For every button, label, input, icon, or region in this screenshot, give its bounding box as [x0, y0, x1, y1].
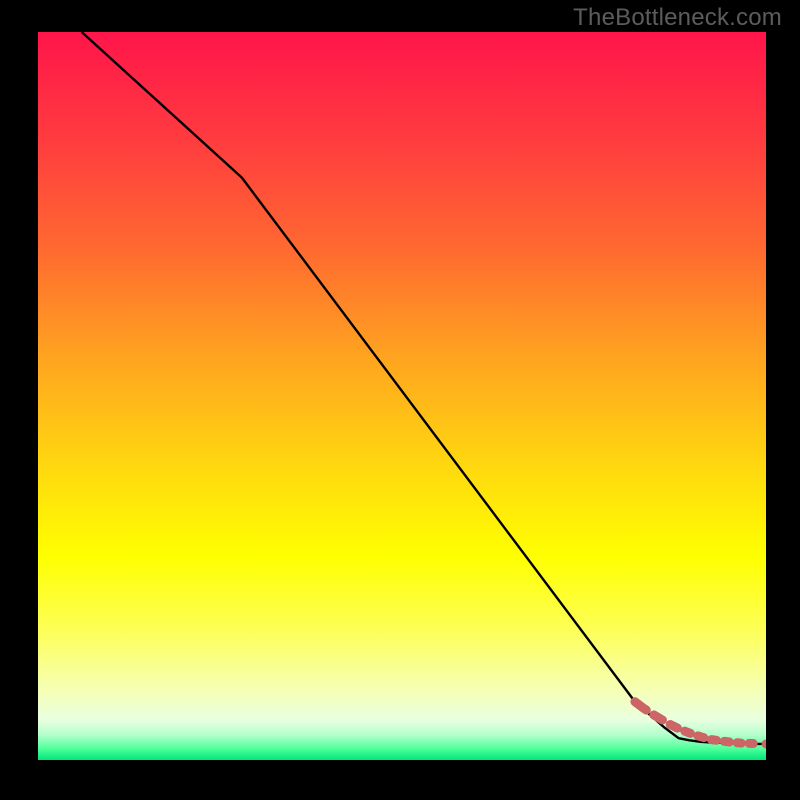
chart-frame: TheBottleneck.com: [0, 0, 800, 800]
plot-svg: [38, 32, 766, 760]
gradient-background: [38, 32, 766, 760]
watermark-text: TheBottleneck.com: [573, 4, 782, 32]
plot-area: [38, 32, 766, 760]
